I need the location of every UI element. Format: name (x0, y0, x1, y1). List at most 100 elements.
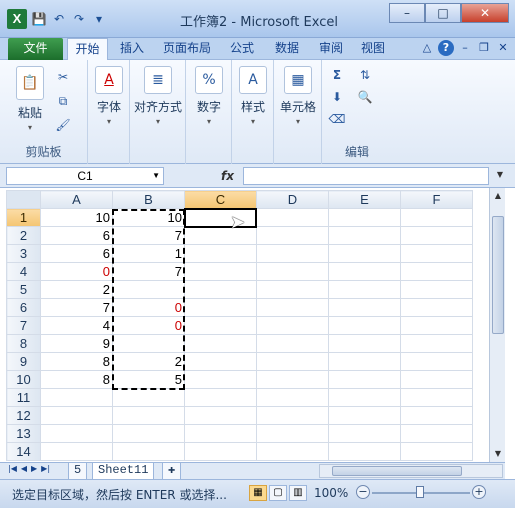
cell-e2[interactable] (328, 226, 401, 245)
cell-e12[interactable] (328, 406, 401, 425)
row-header[interactable]: 14 (6, 442, 41, 461)
row-header[interactable]: 3 (6, 244, 41, 263)
cell-b14[interactable] (112, 442, 185, 461)
ribbon-minimize-icon[interactable]: △ (419, 40, 435, 56)
cell-e8[interactable] (328, 334, 401, 353)
cell-d6[interactable] (256, 298, 329, 317)
cell-d13[interactable] (256, 424, 329, 443)
row-header[interactable]: 6 (6, 298, 41, 317)
autosum-icon[interactable]: Σ (328, 66, 346, 84)
worksheet-grid[interactable]: A B C D E F 1 10 10 2 6 7 3 6 1 4 0 7 5 2 6 7 0 7 4 0 8 9 9 8 2 1… (6, 190, 489, 462)
select-all-corner[interactable] (6, 190, 41, 209)
cell-f4[interactable] (400, 262, 473, 281)
cell-a9[interactable]: 8 (40, 352, 113, 371)
tab-review[interactable]: 审阅 (314, 38, 348, 60)
cell-d14[interactable] (256, 442, 329, 461)
cell-f11[interactable] (400, 388, 473, 407)
tab-page-layout[interactable]: 页面布局 (158, 38, 216, 60)
number-button[interactable]: % 数字 ▾ (192, 66, 226, 126)
cell-b12[interactable] (112, 406, 185, 425)
tab-home[interactable]: 开始 (67, 38, 108, 61)
cell-e9[interactable] (328, 352, 401, 371)
column-header-f[interactable]: F (400, 190, 473, 209)
column-header-b[interactable]: B (112, 190, 185, 209)
cell-b3[interactable]: 1 (112, 244, 185, 263)
row-header[interactable]: 13 (6, 424, 41, 443)
cell-a7[interactable]: 4 (40, 316, 113, 335)
help-icon[interactable]: ? (438, 40, 454, 56)
row-header[interactable]: 2 (6, 226, 41, 245)
clear-icon[interactable]: ⌫ (328, 110, 346, 128)
cell-c8[interactable] (184, 334, 257, 353)
sheet-tab-sheet11[interactable]: Sheet11 (92, 463, 155, 480)
find-select-icon[interactable]: 🔍 (356, 88, 374, 106)
cell-a2[interactable]: 6 (40, 226, 113, 245)
cell-f13[interactable] (400, 424, 473, 443)
cut-icon[interactable]: ✂ (54, 68, 72, 86)
undo-icon[interactable]: ↶ (50, 10, 68, 28)
tab-file[interactable]: 文件 (8, 38, 63, 60)
minimize-button[interactable]: – (389, 3, 425, 23)
save-icon[interactable]: 💾 (30, 10, 48, 28)
next-sheet-icon[interactable]: ▶ (31, 464, 37, 473)
tab-formulas[interactable]: 公式 (225, 38, 259, 60)
prev-sheet-icon[interactable]: ◀ (21, 464, 27, 473)
sheet-tab-5[interactable]: 5 (68, 463, 88, 480)
cell-d7[interactable] (256, 316, 329, 335)
cell-a1[interactable]: 10 (40, 208, 113, 227)
cell-e10[interactable] (328, 370, 401, 389)
redo-icon[interactable]: ↷ (70, 10, 88, 28)
cell-a14[interactable] (40, 442, 113, 461)
cell-f10[interactable] (400, 370, 473, 389)
doc-restore-icon[interactable]: ❐ (476, 40, 492, 56)
vertical-scrollbar[interactable]: ▲ ▼ (489, 188, 505, 462)
cell-f3[interactable] (400, 244, 473, 263)
cell-f7[interactable] (400, 316, 473, 335)
alignment-button[interactable]: ≣ 对齐方式 ▾ (134, 66, 182, 126)
cell-d2[interactable] (256, 226, 329, 245)
cell-c1[interactable] (184, 208, 257, 227)
cell-d3[interactable] (256, 244, 329, 263)
cell-a3[interactable]: 6 (40, 244, 113, 263)
cell-b8[interactable] (112, 334, 185, 353)
cell-b2[interactable]: 7 (112, 226, 185, 245)
cell-c13[interactable] (184, 424, 257, 443)
formula-input[interactable] (243, 167, 489, 185)
cell-a8[interactable]: 9 (40, 334, 113, 353)
horizontal-scroll-thumb[interactable] (332, 466, 462, 476)
tab-view[interactable]: 视图 (356, 38, 390, 60)
cell-d1[interactable] (256, 208, 329, 227)
cell-d5[interactable] (256, 280, 329, 299)
zoom-out-icon[interactable]: − (356, 485, 370, 499)
cell-c10[interactable] (184, 370, 257, 389)
row-header[interactable]: 10 (6, 370, 41, 389)
cell-f12[interactable] (400, 406, 473, 425)
cell-c4[interactable] (184, 262, 257, 281)
cell-a6[interactable]: 7 (40, 298, 113, 317)
cell-f2[interactable] (400, 226, 473, 245)
scroll-up-icon[interactable]: ▲ (491, 188, 505, 204)
insert-function-button[interactable]: fx (170, 167, 240, 185)
cell-b7[interactable]: 0 (112, 316, 185, 335)
cell-b4[interactable]: 7 (112, 262, 185, 281)
cell-e1[interactable] (328, 208, 401, 227)
maximize-button[interactable]: □ (425, 3, 461, 23)
cell-a13[interactable] (40, 424, 113, 443)
cell-e11[interactable] (328, 388, 401, 407)
row-header[interactable]: 9 (6, 352, 41, 371)
cell-f8[interactable] (400, 334, 473, 353)
cell-f9[interactable] (400, 352, 473, 371)
cell-c11[interactable] (184, 388, 257, 407)
copy-icon[interactable]: ⧉ (54, 92, 72, 110)
column-header-c[interactable]: C (184, 190, 257, 209)
paste-button[interactable]: 📋 粘贴 ▾ (10, 66, 50, 132)
page-layout-view-icon[interactable]: ▢ (269, 485, 287, 501)
scroll-down-icon[interactable]: ▼ (491, 446, 505, 462)
zoom-in-icon[interactable]: + (472, 485, 486, 499)
cell-c2[interactable] (184, 226, 257, 245)
cell-b13[interactable] (112, 424, 185, 443)
zoom-slider-knob[interactable] (416, 486, 424, 498)
insert-sheet-icon[interactable]: ✚ (162, 463, 182, 480)
doc-minimize-icon[interactable]: – (457, 40, 473, 56)
column-header-a[interactable]: A (40, 190, 113, 209)
